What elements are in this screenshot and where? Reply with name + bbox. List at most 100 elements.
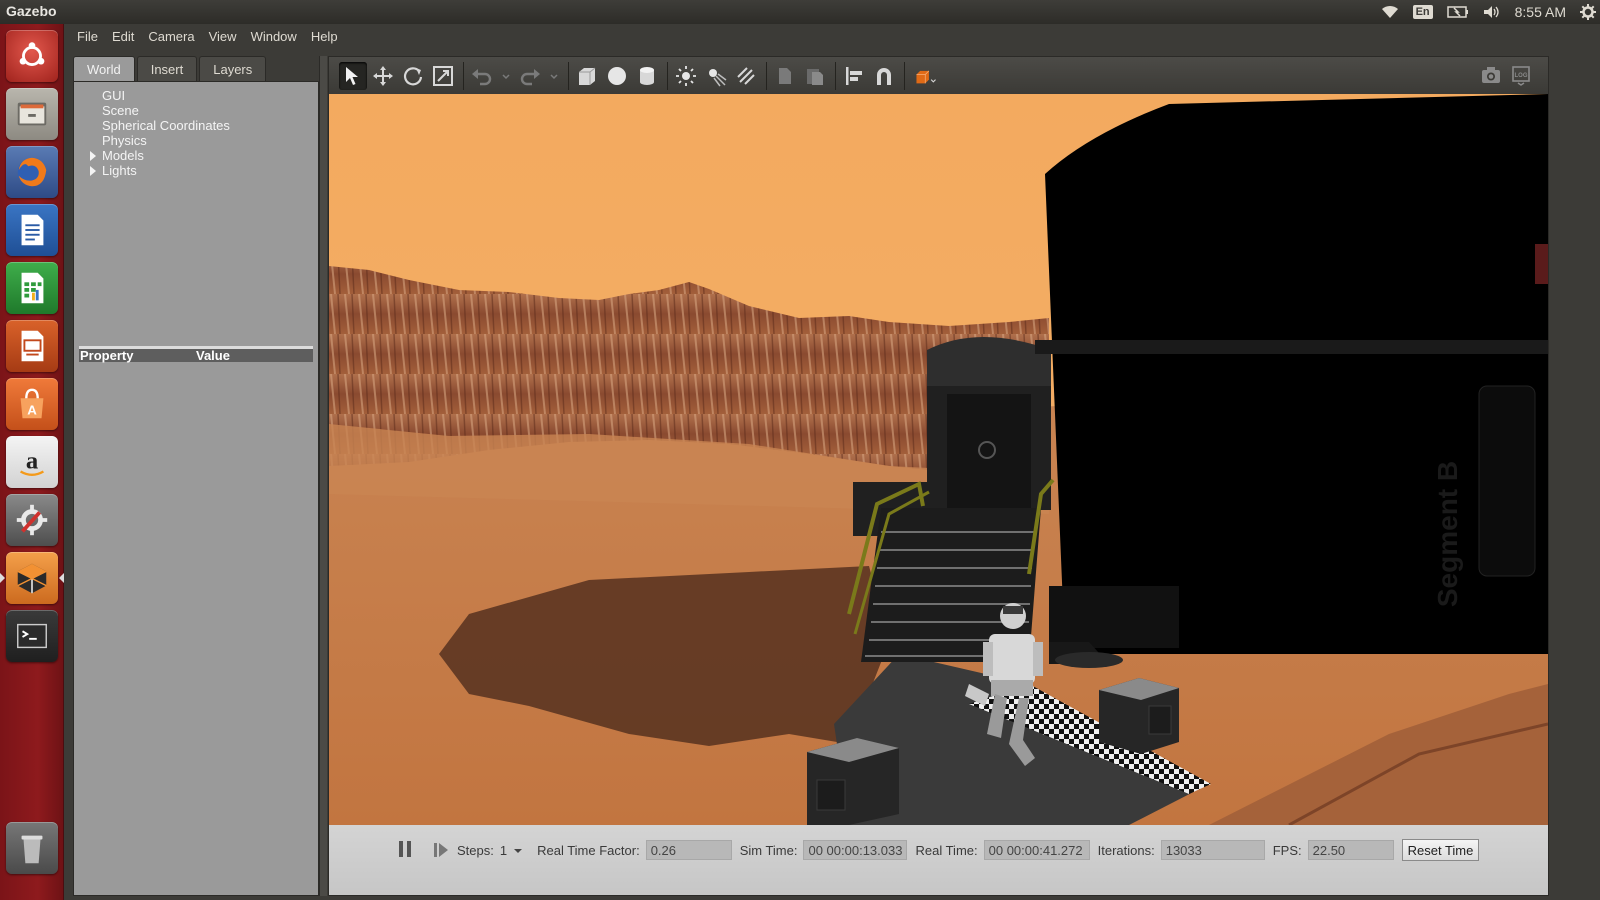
world-tree: GUI Scene Spherical Coordinates Physics … (80, 88, 230, 178)
menu-window[interactable]: Window (244, 29, 304, 44)
snap-button[interactable] (870, 62, 898, 90)
pause-button[interactable] (399, 841, 415, 859)
supply-crate[interactable] (807, 738, 899, 825)
iterations-value: 13033 (1160, 840, 1265, 860)
system-settings-icon[interactable] (6, 494, 58, 546)
scene-viewport[interactable]: Segment B (329, 94, 1548, 825)
step-button[interactable] (433, 841, 449, 859)
toolbar-separator (667, 61, 668, 90)
clock[interactable]: 8:55 AM (1515, 4, 1566, 20)
gazebo-icon[interactable] (6, 552, 58, 604)
magnet-icon (877, 67, 891, 85)
tree-item-scene[interactable]: Scene (80, 103, 230, 118)
rtf-label: Real Time Factor: (537, 842, 640, 858)
log-button[interactable]: LOG (1507, 61, 1535, 89)
menu-file[interactable]: File (70, 29, 105, 44)
real-time-value: 00 00:00:41.272 (983, 840, 1090, 860)
fps-label: FPS: (1272, 842, 1302, 858)
expand-arrow-icon[interactable] (90, 166, 96, 176)
menu-edit[interactable]: Edit (105, 29, 141, 44)
select-mode-button[interactable] (339, 61, 367, 90)
scale-icon (433, 65, 453, 86)
menu-help[interactable]: Help (304, 29, 345, 44)
steps-label: Steps: (457, 842, 494, 858)
supply-crate[interactable] (1099, 678, 1179, 754)
sim-time-label: Sim Time: (739, 842, 798, 858)
insert-directional-light-button[interactable] (732, 62, 760, 90)
files-icon[interactable] (6, 88, 58, 140)
tab-layers[interactable]: Layers (199, 56, 267, 82)
undo-button[interactable] (468, 62, 496, 90)
left-panel-tabs: World Insert Layers (73, 56, 268, 82)
sphere-icon (608, 66, 626, 85)
redo-history-button[interactable] (546, 62, 562, 90)
copy-button[interactable] (771, 62, 799, 90)
panel-splitter[interactable] (319, 56, 327, 896)
session-gear-icon[interactable] (1580, 4, 1596, 20)
cylinder-icon (640, 66, 654, 85)
insert-spot-light-button[interactable] (702, 62, 730, 90)
reset-time-button[interactable]: Reset Time (1401, 839, 1480, 861)
tree-item-spherical-coordinates[interactable]: Spherical Coordinates (80, 118, 230, 133)
paste-button[interactable] (801, 62, 829, 90)
camera-icon (1482, 67, 1500, 83)
view-angle-icon (916, 70, 936, 83)
impress-icon[interactable] (6, 320, 58, 372)
view-angle-button[interactable] (909, 62, 943, 90)
directional-light-icon (737, 66, 755, 85)
tab-world[interactable]: World (73, 56, 135, 82)
undo-icon (472, 68, 492, 85)
tree-item-label: Scene (102, 103, 139, 118)
expand-arrow-icon[interactable] (90, 151, 96, 161)
trash-icon[interactable] (6, 822, 58, 874)
box-icon (579, 67, 596, 85)
airlock-dome (927, 337, 1051, 386)
tree-item-models[interactable]: Models (80, 148, 230, 163)
undo-history-button[interactable] (498, 62, 514, 90)
chevron-down-icon (514, 848, 523, 853)
toolbar-separator (835, 61, 836, 90)
screenshot-button[interactable] (1477, 61, 1505, 89)
mars-scene: Segment B (329, 94, 1548, 825)
iterations-label: Iterations: (1097, 842, 1155, 858)
insert-box-button[interactable] (573, 62, 601, 90)
real-time-label: Real Time: (915, 842, 978, 858)
keyboard-layout-indicator[interactable]: En (1412, 5, 1433, 19)
toolbar: LOG (329, 57, 1548, 94)
tab-insert[interactable]: Insert (136, 56, 198, 82)
steps-value[interactable]: 1 (500, 843, 507, 858)
battery-icon[interactable] (1446, 6, 1469, 18)
tree-item-gui[interactable]: GUI (80, 88, 230, 103)
align-button[interactable] (840, 62, 868, 90)
writer-icon[interactable] (6, 204, 58, 256)
menu-view[interactable]: View (202, 29, 244, 44)
rotate-mode-button[interactable] (399, 62, 427, 90)
rtf-value: 0.26 (645, 840, 732, 860)
software-center-icon[interactable]: A (6, 378, 58, 430)
launcher-active-indicator (0, 573, 5, 583)
copy-icon (779, 67, 791, 84)
ubuntu-dash-icon[interactable] (6, 30, 58, 82)
insert-sphere-button[interactable] (603, 62, 631, 90)
tree-item-physics[interactable]: Physics (80, 133, 230, 148)
volume-icon[interactable] (1483, 5, 1501, 19)
log-icon: LOG (1512, 66, 1530, 86)
pause-icon (407, 841, 411, 857)
calc-icon[interactable] (6, 262, 58, 314)
habitat-building: Segment B (1035, 94, 1548, 668)
chevron-down-icon (502, 73, 510, 79)
translate-mode-button[interactable] (369, 62, 397, 90)
wifi-icon[interactable] (1381, 5, 1399, 19)
menu-camera[interactable]: Camera (141, 29, 201, 44)
spot-light-icon (709, 68, 727, 86)
amazon-icon[interactable]: a (6, 436, 58, 488)
firefox-icon[interactable] (6, 146, 58, 198)
redo-button[interactable] (516, 62, 544, 90)
insert-cylinder-button[interactable] (633, 62, 661, 90)
steps-dropdown[interactable] (513, 843, 523, 858)
insert-point-light-button[interactable] (672, 62, 700, 90)
terminal-icon[interactable] (6, 610, 58, 662)
scale-mode-button[interactable] (429, 62, 457, 90)
tree-item-lights[interactable]: Lights (80, 163, 230, 178)
left-panel: World Insert Layers GUI Scene Spherical … (73, 56, 319, 896)
